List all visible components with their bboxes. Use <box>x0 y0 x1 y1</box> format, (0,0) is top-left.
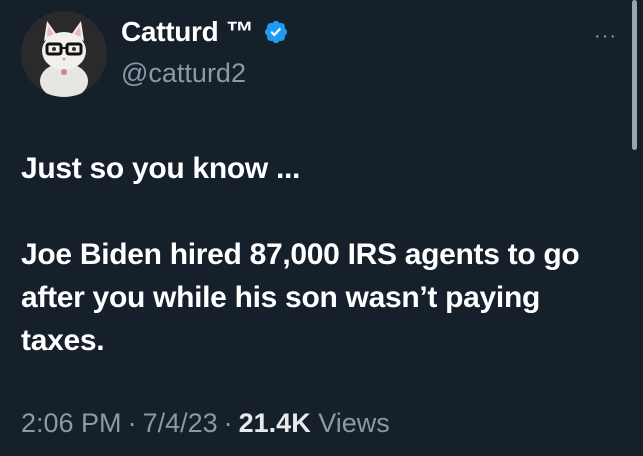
separator-dot: · <box>127 408 137 438</box>
author-display-name[interactable]: Catturd ™ <box>121 16 254 48</box>
tweet-body: Joe Biden hired 87,000 IRS agents to go … <box>21 238 580 357</box>
author-name-row[interactable]: Catturd ™ <box>121 16 289 48</box>
avatar[interactable] <box>21 11 107 97</box>
views-label[interactable]: Views <box>318 408 390 438</box>
tweet-text: Just so you know ... Joe Biden hired 87,… <box>21 147 621 362</box>
views-count[interactable]: 21.4K <box>239 408 311 438</box>
verified-badge-icon <box>264 20 287 44</box>
tweet-meta: 2:06 PM · 7/4/23 · 21.4K Views <box>21 408 390 439</box>
tweet-line-1: Just so you know ... <box>21 152 301 185</box>
tweet-time[interactable]: 2:06 PM <box>21 408 122 438</box>
separator-dot: · <box>223 408 233 438</box>
author-handle[interactable]: @catturd2 <box>121 58 246 89</box>
more-options-icon[interactable]: ··· <box>594 25 617 48</box>
cat-avatar-image <box>21 11 107 97</box>
tweet-date[interactable]: 7/4/23 <box>143 408 218 438</box>
scrollbar[interactable] <box>632 0 637 150</box>
